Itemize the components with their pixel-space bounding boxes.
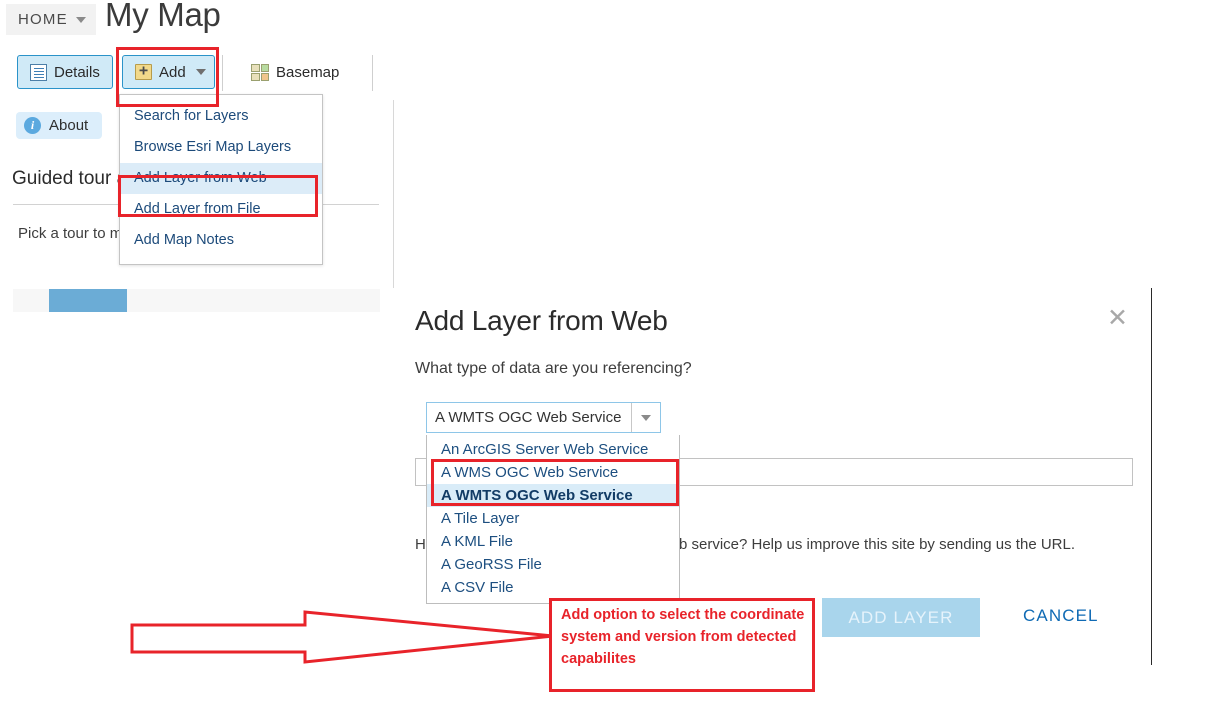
right-arrow-annotation (130, 610, 554, 664)
details-button[interactable]: Details (17, 55, 113, 89)
menu-item-add-layer-from-file[interactable]: Add Layer from File (120, 194, 322, 225)
add-plus-icon (135, 64, 152, 80)
app-header: HOME My Map (0, 0, 393, 45)
about-tab-label: About (49, 117, 89, 134)
info-icon: i (24, 117, 41, 134)
basemap-button[interactable]: Basemap (238, 55, 352, 89)
chevron-down-icon (195, 69, 206, 75)
panel-footer (13, 289, 380, 312)
menu-item-search-for-layers[interactable]: Search for Layers (120, 101, 322, 132)
option-tile-layer[interactable]: A Tile Layer (427, 507, 679, 530)
home-label: HOME (18, 11, 68, 28)
option-georss-file[interactable]: A GeoRSS File (427, 553, 679, 576)
option-csv-file[interactable]: A CSV File (427, 576, 679, 599)
menu-item-browse-esri-map-layers[interactable]: Browse Esri Map Layers (120, 132, 322, 163)
home-menu-button[interactable]: HOME (6, 4, 96, 35)
page-title: My Map (105, 0, 221, 33)
toolbar-divider (372, 55, 373, 91)
about-tab[interactable]: i About (16, 112, 103, 139)
annotation-note-text: Add option to select the coordinate syst… (561, 607, 805, 667)
dialog-question-label: What type of data are you referencing? (415, 360, 692, 377)
data-type-select[interactable]: A WMTS OGC Web Service (426, 402, 661, 433)
panel-footer-button[interactable] (49, 289, 127, 312)
cancel-button[interactable]: CANCEL (1023, 606, 1099, 626)
menu-item-add-map-notes[interactable]: Add Map Notes (120, 225, 322, 256)
data-type-select-value: A WMTS OGC Web Service (435, 409, 622, 426)
option-wmts-ogc-web-service[interactable]: A WMTS OGC Web Service (427, 484, 679, 507)
add-button[interactable]: Add (122, 55, 215, 89)
option-arcgis-server-web-service[interactable]: An ArcGIS Server Web Service (427, 438, 679, 461)
basemap-grid-icon (251, 63, 269, 81)
add-layer-button[interactable]: ADD LAYER (822, 598, 980, 637)
menu-item-add-layer-from-web[interactable]: Add Layer from Web (120, 163, 322, 194)
toolbar-divider (222, 55, 223, 91)
option-wms-ogc-web-service[interactable]: A WMS OGC Web Service (427, 461, 679, 484)
basemap-button-label: Basemap (276, 63, 340, 81)
chevron-down-icon (75, 16, 86, 23)
option-kml-file[interactable]: A KML File (427, 530, 679, 553)
map-toolbar: Details Add Basemap (0, 45, 393, 101)
data-type-options-list: An ArcGIS Server Web Service A WMS OGC W… (426, 435, 680, 604)
chevron-down-icon[interactable] (631, 403, 660, 432)
close-icon[interactable]: ✕ (1107, 305, 1128, 330)
add-button-label: Add (159, 63, 186, 81)
details-list-icon (30, 63, 47, 81)
dialog-title: Add Layer from Web (415, 305, 668, 336)
add-dropdown-menu: Search for Layers Browse Esri Map Layers… (119, 94, 323, 265)
details-button-label: Details (54, 63, 100, 81)
